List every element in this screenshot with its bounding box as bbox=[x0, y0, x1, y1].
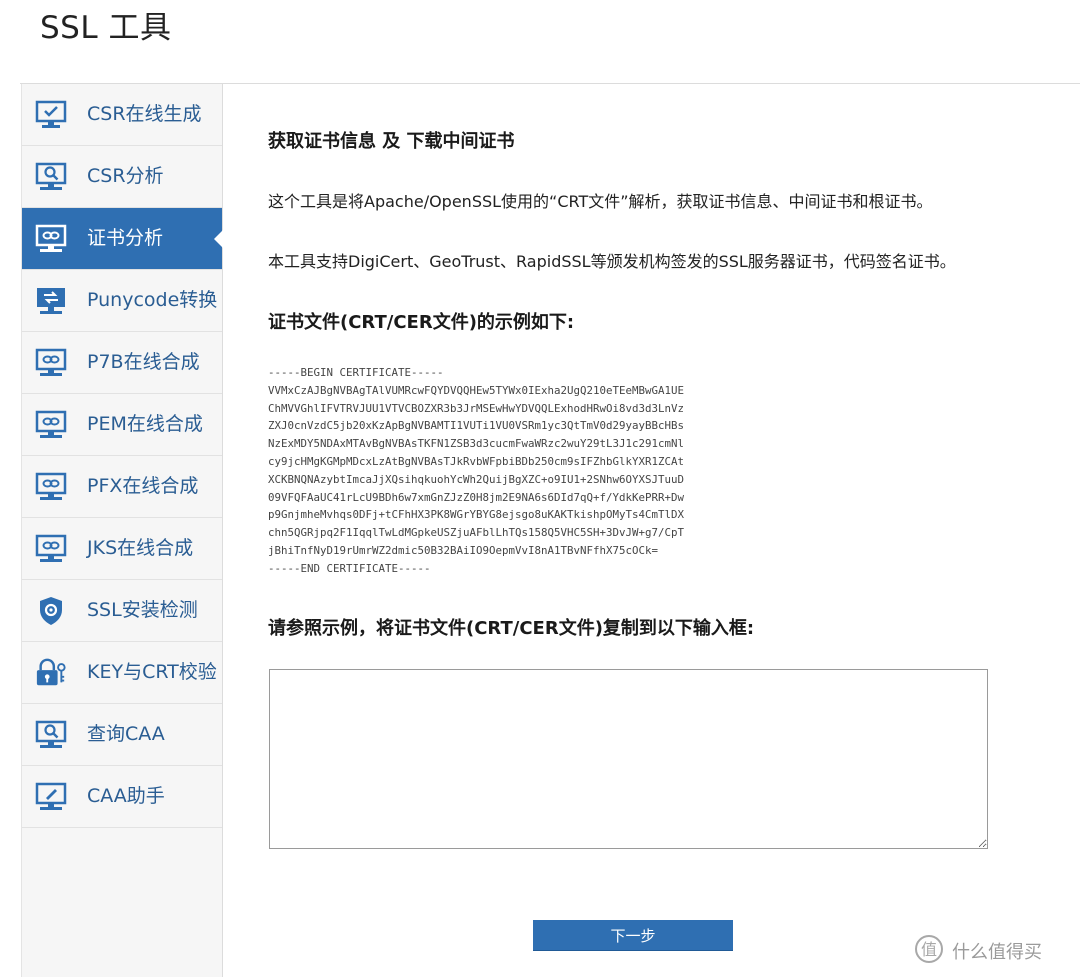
monitor-link-icon bbox=[35, 409, 67, 441]
sidebar-item-label: 证书分析 bbox=[87, 227, 164, 249]
watermark: 值 什么值得买 bbox=[914, 934, 1042, 968]
monitor-search-icon bbox=[35, 719, 67, 751]
page-heading: 获取证书信息 及 下载中间证书 bbox=[268, 131, 515, 152]
example-certificate: -----BEGIN CERTIFICATE----- VVMxCzAJBgNV… bbox=[268, 366, 685, 575]
sidebar: CSR在线生成 CSR分析证书分析 Punycode转换 P7B在线合成 PEM在线合成… bbox=[21, 84, 223, 977]
monitor-link-icon bbox=[35, 347, 67, 379]
sidebar-item-label: 查询CAA bbox=[87, 723, 165, 745]
sidebar-item[interactable]: PFX在线合成 bbox=[22, 456, 222, 518]
sidebar-item-label: SSL安装检测 bbox=[87, 599, 198, 621]
sidebar-item[interactable]: CAA助手 bbox=[22, 766, 222, 828]
shield-gear-icon bbox=[35, 595, 67, 627]
monitor-pen-icon bbox=[35, 781, 67, 813]
next-button[interactable]: 下一步 bbox=[533, 920, 733, 951]
monitor-link-icon bbox=[35, 223, 67, 255]
monitor-link-icon bbox=[35, 533, 67, 565]
sidebar-item-label: CAA助手 bbox=[87, 785, 165, 807]
sidebar-item[interactable]: CSR分析 bbox=[22, 146, 222, 208]
certificate-input[interactable] bbox=[269, 669, 988, 849]
sidebar-item-label: CSR分析 bbox=[87, 165, 164, 187]
sidebar-item[interactable]: 查询CAA bbox=[22, 704, 222, 766]
sidebar-item[interactable]: Punycode转换 bbox=[22, 270, 222, 332]
watermark-text: 什么值得买 bbox=[952, 942, 1042, 963]
sidebar-item[interactable]: SSL安装检测 bbox=[22, 580, 222, 642]
sidebar-item-label: PFX在线合成 bbox=[87, 475, 199, 497]
monitor-search-icon bbox=[35, 161, 67, 193]
sidebar-item-label: PEM在线合成 bbox=[87, 413, 203, 435]
intro-text-2: 本工具支持DigiCert、GeoTrust、RapidSSL等颁发机构签发的S… bbox=[268, 252, 956, 271]
sidebar-item[interactable]: KEY与CRT校验 bbox=[22, 642, 222, 704]
sidebar-item[interactable]: 证书分析 bbox=[22, 208, 223, 270]
sidebar-item[interactable]: PEM在线合成 bbox=[22, 394, 222, 456]
sidebar-item[interactable]: CSR在线生成 bbox=[22, 84, 222, 146]
input-heading: 请参照示例，将证书文件(CRT/CER文件)复制到以下输入框: bbox=[268, 618, 755, 639]
sidebar-item-label: P7B在线合成 bbox=[87, 351, 200, 373]
intro-text-1: 这个工具是将Apache/OpenSSL使用的“CRT文件”解析，获取证书信息、… bbox=[268, 192, 933, 211]
monitor-convert-icon bbox=[35, 285, 67, 317]
monitor-check-icon bbox=[35, 99, 67, 131]
svg-text:值: 值 bbox=[921, 940, 937, 959]
sidebar-item-label: KEY与CRT校验 bbox=[87, 661, 217, 683]
sidebar-item[interactable]: JKS在线合成 bbox=[22, 518, 222, 580]
example-heading: 证书文件(CRT/CER文件)的示例如下: bbox=[268, 312, 575, 333]
page-title: SSL 工具 bbox=[40, 10, 172, 46]
sidebar-item-label: JKS在线合成 bbox=[87, 537, 194, 559]
zhi-icon: 值 bbox=[914, 934, 944, 969]
sidebar-item[interactable]: P7B在线合成 bbox=[22, 332, 222, 394]
monitor-link-icon bbox=[35, 471, 67, 503]
lock-key-icon bbox=[35, 657, 67, 689]
sidebar-item-label: Punycode转换 bbox=[87, 289, 218, 311]
sidebar-item-label: CSR在线生成 bbox=[87, 103, 202, 125]
